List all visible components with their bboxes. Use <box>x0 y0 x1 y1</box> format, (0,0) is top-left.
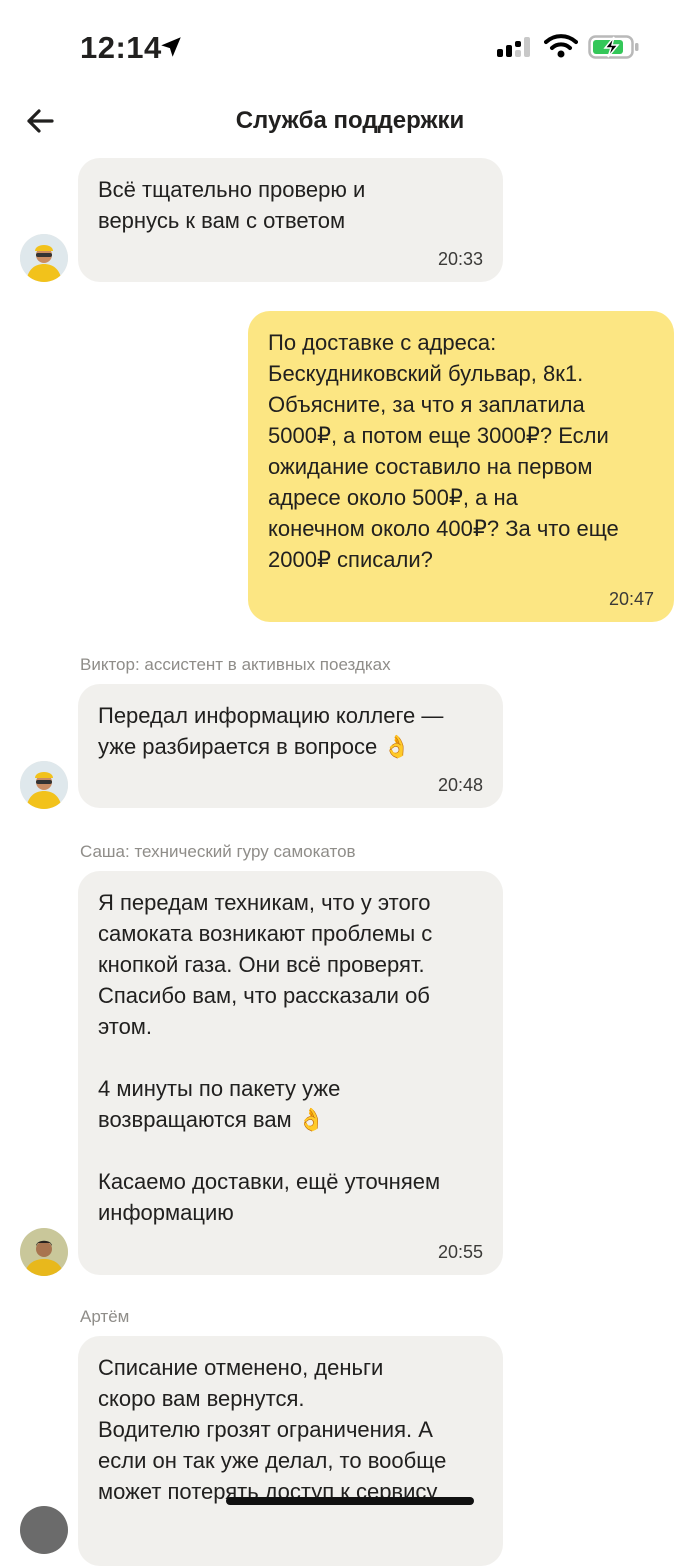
sender-label: Саша: технический гуру самокатов <box>80 842 356 861</box>
avatar <box>20 1228 68 1276</box>
cellular-signal-icon <box>497 37 530 57</box>
message-time: 20:33 <box>437 249 483 269</box>
incoming-message[interactable]: Списание отменено, деньги скоро вам верн… <box>78 1336 503 1566</box>
location-arrow-icon <box>161 37 181 57</box>
avatar <box>20 761 68 809</box>
status-time: 12:14 <box>80 30 162 65</box>
outgoing-message[interactable]: По доставке с адреса: Бескудниковский бу… <box>248 311 674 622</box>
message-time: 20:47 <box>608 589 654 609</box>
status-bar: 12:14 <box>0 0 700 95</box>
message-text: Передал информацию коллеге — уже разбира… <box>98 703 444 759</box>
battery-charging-icon <box>588 35 639 59</box>
message-time: 20:48 <box>437 775 483 795</box>
message-text: Всё тщательно проверю и вернусь к вам с … <box>98 177 366 233</box>
home-indicator[interactable] <box>226 1497 474 1505</box>
support-agent-avatar-icon <box>20 1506 68 1554</box>
courier-avatar-icon <box>20 761 68 809</box>
page-title: Служба поддержки <box>235 107 465 134</box>
sender-label: Виктор: ассистент в активных поездках <box>80 655 391 674</box>
incoming-message[interactable]: Передал информацию коллеге — уже разбира… <box>78 684 503 808</box>
message-time: 20:55 <box>437 1242 483 1262</box>
message-text: Списание отменено, деньги скоро вам верн… <box>98 1355 447 1504</box>
message-text: Я передам техникам, что у этого самоката… <box>98 890 441 1225</box>
wifi-icon <box>544 34 578 58</box>
avatar <box>20 1506 68 1554</box>
avatar <box>20 234 68 282</box>
chat-header: Служба поддержки <box>0 95 700 155</box>
incoming-message[interactable]: Я передам техникам, что у этого самоката… <box>78 871 503 1275</box>
sender-label: Артём <box>80 1307 130 1326</box>
message-text: По доставке с адреса: Бескудниковский бу… <box>268 330 619 572</box>
incoming-message[interactable]: Всё тщательно проверю и вернусь к вам с … <box>78 158 503 282</box>
support-agent-avatar-icon <box>20 1228 68 1276</box>
courier-avatar-icon <box>20 234 68 282</box>
